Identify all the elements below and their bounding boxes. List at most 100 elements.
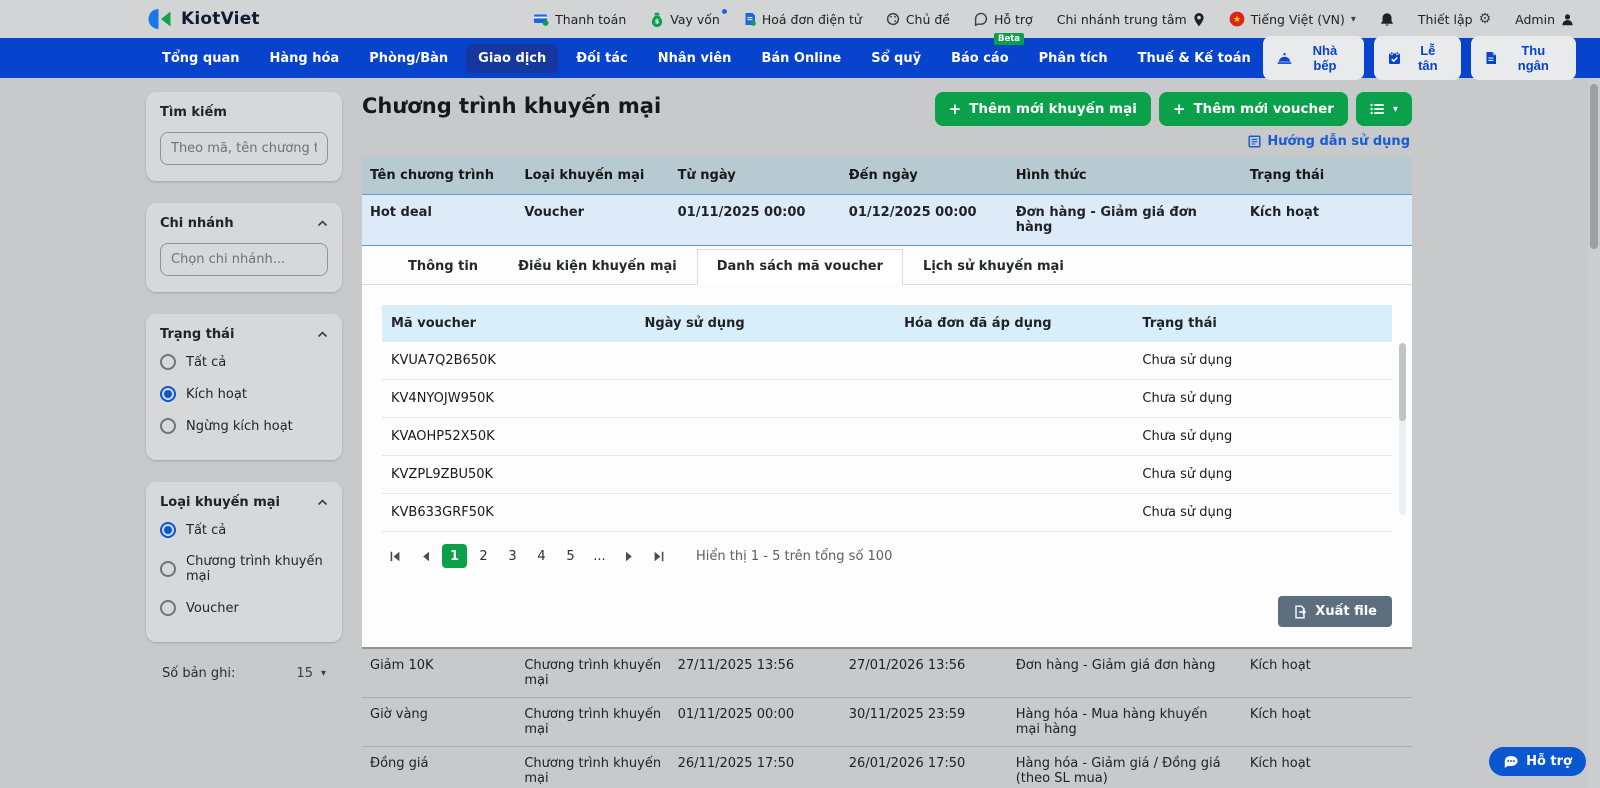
nav-item-phan-tich[interactable]: Phân tích	[1027, 44, 1120, 73]
nav-item-so-quy[interactable]: Sổ quỹ	[859, 44, 933, 73]
records-label: Số bản ghi:	[162, 666, 235, 681]
promo-type-card-title: Loại khuyến mại	[160, 495, 328, 510]
kitchen-button[interactable]: Nhà bếp	[1263, 36, 1364, 80]
nav-item-bao-cao[interactable]: Báo cáo	[939, 44, 1021, 73]
voucher-used-date	[636, 380, 896, 417]
topbar-loan-link[interactable]: $ Vay vốn	[650, 12, 720, 27]
support-float-label: Hỗ trợ	[1526, 754, 1572, 769]
nav-item-giao-dich[interactable]: Giao dịch	[466, 44, 558, 73]
type-option-voucher[interactable]: Voucher	[160, 600, 328, 616]
voucher-used-date	[636, 494, 896, 531]
language-label: Tiếng Việt (VN)	[1251, 12, 1345, 27]
radio-icon[interactable]	[160, 600, 176, 616]
last-page-button[interactable]	[646, 544, 672, 568]
table-row[interactable]: Giảm 10K Chương trình khuyến mại 27/11/2…	[362, 649, 1412, 698]
type-option-all[interactable]: Tất cả	[160, 522, 328, 538]
scrollbar-thumb[interactable]	[1399, 343, 1406, 421]
nav-items: Tổng quan Hàng hóa Phòng/Bàn Giao dịch Đ…	[150, 44, 1263, 73]
radio-checked-icon[interactable]	[160, 522, 176, 538]
tab-dieu-kien[interactable]: Điều kiện khuyến mại	[498, 249, 697, 284]
kiotviet-logo[interactable]: KiotViet	[148, 8, 260, 30]
previous-page-button[interactable]	[412, 544, 438, 568]
cell-status: Kích hoạt	[1242, 649, 1412, 697]
topbar-support-link[interactable]: Hỗ trợ Beta	[974, 12, 1033, 27]
page-scrollbar[interactable]	[1588, 78, 1600, 788]
status-option-inactive[interactable]: Ngừng kích hoạt	[160, 418, 328, 434]
status-option-active[interactable]: Kích hoạt	[160, 386, 328, 402]
page-number-5[interactable]: 5	[558, 544, 583, 568]
voucher-row[interactable]: KVB633GRF50K Chưa sử dụng	[382, 494, 1392, 532]
radio-icon[interactable]	[160, 354, 176, 370]
tab-danh-sach-ma-voucher[interactable]: Danh sách mã voucher	[697, 249, 903, 285]
page-number-2[interactable]: 2	[471, 544, 496, 568]
add-promotion-button[interactable]: + Thêm mới khuyến mại	[935, 92, 1151, 126]
settings-button[interactable]: Thiết lập ⚙	[1418, 11, 1491, 27]
promotions-panel: Tên chương trình Loại khuyến mại Từ ngày…	[362, 157, 1412, 647]
support-float-button[interactable]: Hỗ trợ	[1489, 747, 1586, 776]
svg-text:$: $	[655, 17, 660, 25]
language-selector[interactable]: ★ Tiếng Việt (VN) ▾	[1229, 11, 1356, 27]
user-menu[interactable]: Admin	[1515, 12, 1574, 27]
nav-item-nhan-vien[interactable]: Nhân viên	[646, 44, 744, 73]
first-page-button[interactable]	[382, 544, 408, 568]
user-icon	[1561, 13, 1574, 26]
page-number-3[interactable]: 3	[500, 544, 525, 568]
page-scrollbar-thumb[interactable]	[1590, 84, 1598, 249]
tab-lich-su[interactable]: Lịch sử khuyến mại	[903, 249, 1084, 284]
nav-item-phong-ban[interactable]: Phòng/Bàn	[357, 44, 460, 73]
loan-label: Vay vốn	[670, 12, 720, 27]
cashier-label: Thu ngân	[1505, 43, 1562, 73]
list-view-dropdown-button[interactable]: ▾	[1356, 92, 1412, 126]
next-page-button[interactable]	[616, 544, 642, 568]
column-header[interactable]: Tên chương trình	[362, 157, 516, 194]
radio-checked-icon[interactable]	[160, 386, 176, 402]
page-ellipsis[interactable]: ...	[587, 544, 612, 568]
add-voucher-button[interactable]: + Thêm mới voucher	[1159, 92, 1348, 126]
user-guide-link[interactable]: Hướng dẫn sử dụng	[1248, 134, 1410, 149]
nav-item-ban-online[interactable]: Bán Online	[749, 44, 853, 73]
voucher-row[interactable]: KVAOHP52X50K Chưa sử dụng	[382, 418, 1392, 456]
column-header[interactable]: Trạng thái	[1242, 157, 1412, 194]
reception-button[interactable]: Lễ tân	[1374, 36, 1460, 80]
branch-card-title: Chi nhánh	[160, 216, 328, 231]
topbar-payment-link[interactable]: Thanh toán	[533, 12, 626, 27]
voucher-row[interactable]: KVZPL9ZBU50K Chưa sử dụng	[382, 456, 1392, 494]
radio-icon[interactable]	[160, 418, 176, 434]
table-row-selected[interactable]: Hot deal Voucher 01/11/2025 00:00 01/12/…	[362, 194, 1412, 246]
branch-selector[interactable]: Chi nhánh trung tâm	[1057, 12, 1205, 27]
page-number-4[interactable]: 4	[529, 544, 554, 568]
records-selector[interactable]: 15 ▾	[296, 666, 326, 681]
radio-icon[interactable]	[160, 561, 176, 577]
page-number-1[interactable]: 1	[442, 544, 467, 568]
chevron-up-icon[interactable]	[317, 331, 328, 338]
status-option-all[interactable]: Tất cả	[160, 354, 328, 370]
search-input[interactable]	[160, 132, 328, 165]
nav-item-doi-tac[interactable]: Đối tác	[564, 44, 640, 73]
type-option-program[interactable]: Chương trình khuyến mại	[160, 554, 328, 584]
topbar-einvoice-link[interactable]: Hoá đơn điện tử	[744, 12, 862, 27]
column-header[interactable]: Hình thức	[1008, 157, 1242, 194]
topbar-theme-link[interactable]: Chủ đề	[886, 12, 950, 27]
chevron-up-icon[interactable]	[317, 220, 328, 227]
column-header[interactable]: Loại khuyến mại	[516, 157, 669, 194]
voucher-table-scrollbar[interactable]	[1399, 343, 1406, 515]
logo-text: KiotViet	[181, 9, 260, 29]
export-file-button[interactable]: Xuất file	[1278, 596, 1392, 627]
column-header[interactable]: Từ ngày	[670, 157, 841, 194]
cashier-button[interactable]: Thu ngân	[1471, 36, 1576, 80]
voucher-row[interactable]: KVUA7Q2B650K Chưa sử dụng	[382, 342, 1392, 380]
tab-thong-tin[interactable]: Thông tin	[388, 249, 498, 284]
branch-card: Chi nhánh	[146, 203, 342, 292]
table-row[interactable]: Giờ vàng Chương trình khuyến mại 01/11/2…	[362, 698, 1412, 747]
chevron-up-icon[interactable]	[317, 499, 328, 506]
voucher-row[interactable]: KV4NYOJW950K Chưa sử dụng	[382, 380, 1392, 418]
nav-item-hang-hoa[interactable]: Hàng hóa	[257, 44, 351, 73]
nav-item-thue-ke-toan[interactable]: Thuế & Kế toán	[1126, 44, 1263, 73]
column-header[interactable]: Đến ngày	[841, 157, 1008, 194]
guide-doc-icon	[1248, 135, 1261, 148]
notifications-button[interactable]	[1380, 12, 1394, 27]
table-row[interactable]: Đồng giá Chương trình khuyến mại 26/11/2…	[362, 747, 1412, 788]
nav-item-tong-quan[interactable]: Tổng quan	[150, 44, 251, 73]
header-actions: + Thêm mới khuyến mại + Thêm mới voucher…	[935, 92, 1412, 126]
branch-select-input[interactable]	[160, 243, 328, 276]
